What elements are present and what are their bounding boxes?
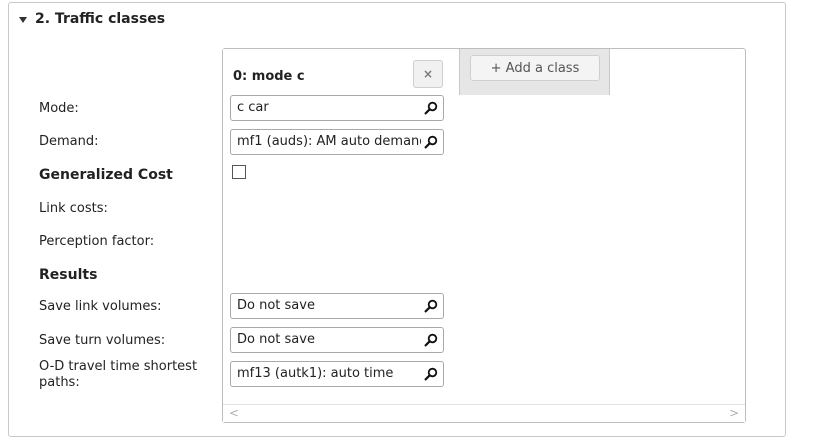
results-label: Results xyxy=(39,267,98,283)
remove-class-button[interactable]: × xyxy=(413,60,443,88)
close-icon: × xyxy=(422,67,434,81)
save-turn-volumes-value: Do not save xyxy=(237,332,315,347)
generalized-cost-label: Generalized Cost xyxy=(39,167,173,183)
perception-factor-label: Perception factor: xyxy=(39,234,155,249)
horizontal-scrollbar[interactable]: < > xyxy=(223,404,745,422)
od-travel-time-value: mf13 (autk1): auto time xyxy=(237,366,394,381)
od-travel-time-label: O-D travel time shortest paths: xyxy=(39,359,198,390)
magnifier-icon[interactable] xyxy=(424,299,438,313)
magnifier-icon[interactable] xyxy=(424,333,438,347)
mode-label: Mode: xyxy=(39,101,79,116)
save-link-volumes-value: Do not save xyxy=(237,298,315,313)
tab-class-0[interactable]: 0: mode c × xyxy=(223,49,459,95)
magnifier-icon[interactable] xyxy=(424,101,438,115)
save-link-volumes-selector[interactable]: Do not save xyxy=(230,293,444,319)
generalized-cost-checkbox[interactable] xyxy=(232,165,246,179)
scroll-left-arrow[interactable]: < xyxy=(229,406,239,420)
magnifier-icon[interactable] xyxy=(424,367,438,381)
collapse-triangle-icon[interactable] xyxy=(19,16,27,23)
mode-selector[interactable]: c car xyxy=(230,95,444,121)
mode-value: c car xyxy=(237,100,269,115)
add-class-button[interactable]: + Add a class xyxy=(470,55,600,81)
save-link-volumes-label: Save link volumes: xyxy=(39,299,162,314)
section-toggle[interactable]: 2. Traffic classes xyxy=(19,11,165,27)
demand-label: Demand: xyxy=(39,134,99,149)
tab-class-title: 0: mode c xyxy=(233,69,305,84)
link-costs-label: Link costs: xyxy=(39,201,108,216)
class-panel: 0: mode c × + Add a class c car mf1 (aud… xyxy=(222,48,746,423)
demand-value: mf1 (auds): AM auto demand xyxy=(237,134,421,149)
section-title: 2. Traffic classes xyxy=(35,11,166,27)
save-turn-volumes-label: Save turn volumes: xyxy=(39,333,166,348)
add-class-tab: + Add a class xyxy=(459,49,610,95)
od-travel-time-selector[interactable]: mf13 (autk1): auto time xyxy=(230,361,444,387)
demand-selector[interactable]: mf1 (auds): AM auto demand xyxy=(230,129,444,155)
magnifier-icon[interactable] xyxy=(424,135,438,149)
scroll-right-arrow[interactable]: > xyxy=(729,406,739,420)
save-turn-volumes-selector[interactable]: Do not save xyxy=(230,327,444,353)
